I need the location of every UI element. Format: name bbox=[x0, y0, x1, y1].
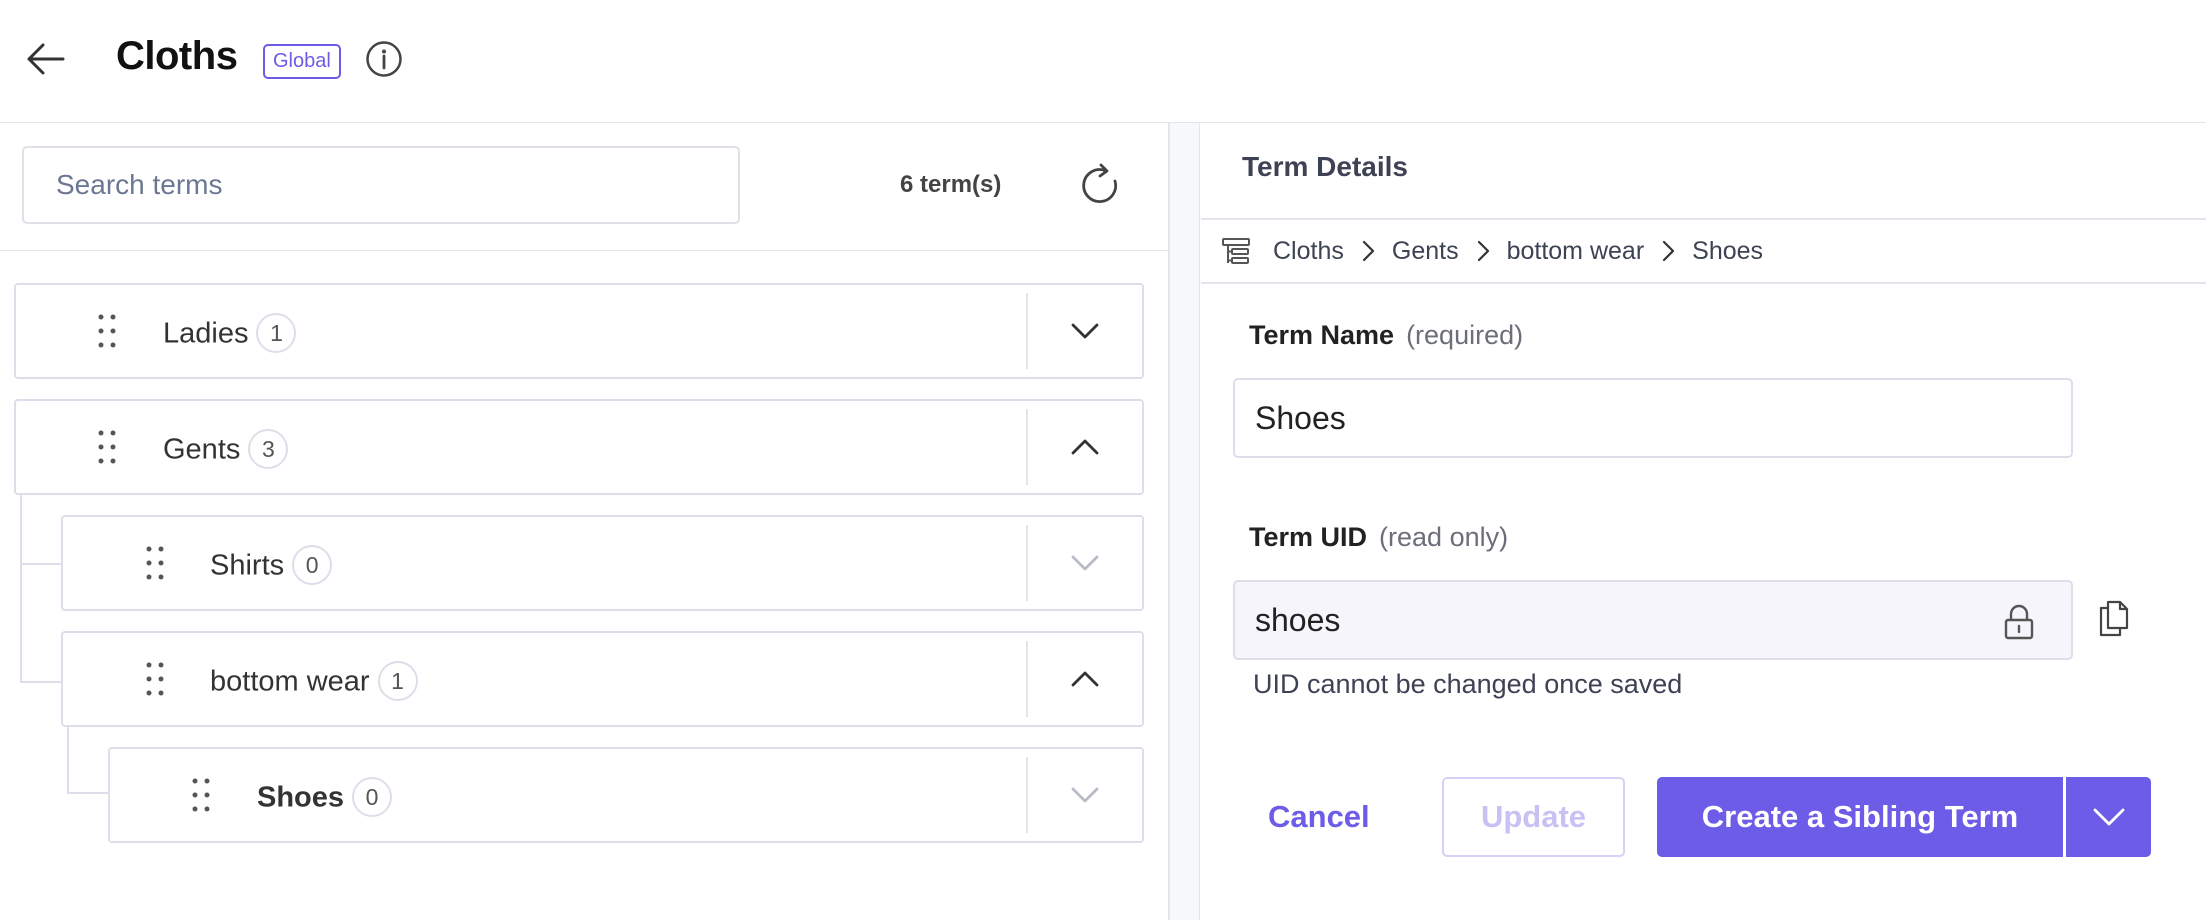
drag-handle-icon[interactable] bbox=[189, 775, 213, 815]
breadcrumb-item[interactable]: bottom wear bbox=[1507, 237, 1645, 266]
term-row-bottom-wear[interactable]: bottom wear 1 bbox=[61, 631, 1144, 727]
term-name: Ladies 1 bbox=[163, 313, 297, 355]
term-uid-label-text: Term UID bbox=[1249, 522, 1368, 552]
chevron-right-icon bbox=[1477, 240, 1489, 262]
create-options-dropdown-button[interactable] bbox=[2066, 777, 2151, 857]
collapse-toggle[interactable] bbox=[1059, 421, 1111, 473]
collapse-toggle[interactable] bbox=[1059, 653, 1111, 705]
divider bbox=[0, 250, 1168, 251]
row-separator bbox=[1026, 525, 1028, 601]
info-icon bbox=[366, 41, 402, 77]
read-only-hint: (read only) bbox=[1379, 522, 1509, 552]
expand-toggle[interactable] bbox=[1059, 769, 1111, 821]
details-title: Term Details bbox=[1242, 151, 1408, 182]
term-name-field[interactable] bbox=[1233, 378, 2073, 458]
term-details-panel: Term Details Cloths Gents bottom wear Sh… bbox=[1201, 123, 2206, 920]
term-label-text: Ladies bbox=[163, 317, 249, 350]
term-name-label-text: Term Name bbox=[1249, 320, 1395, 350]
expand-toggle[interactable] bbox=[1059, 537, 1111, 589]
drag-handle-icon[interactable] bbox=[95, 311, 119, 351]
drag-handle-icon[interactable] bbox=[143, 543, 167, 583]
term-row-gents[interactable]: Gents 3 bbox=[14, 399, 1144, 495]
chevron-down-icon bbox=[1071, 787, 1099, 803]
copy-icon bbox=[2099, 600, 2129, 637]
drag-handle-icon[interactable] bbox=[143, 659, 167, 699]
term-name-input[interactable] bbox=[1235, 380, 2071, 456]
child-count-badge: 0 bbox=[352, 777, 393, 817]
term-name: Gents 3 bbox=[163, 429, 289, 471]
term-label-text: Shoes bbox=[257, 781, 345, 814]
term-row-ladies[interactable]: Ladies 1 bbox=[14, 283, 1144, 379]
chevron-up-icon bbox=[1071, 671, 1099, 687]
tree-connector bbox=[67, 726, 109, 794]
refresh-icon bbox=[1082, 163, 1118, 203]
drag-handle-icon[interactable] bbox=[95, 427, 119, 467]
terms-panel: 6 term(s) Ladies1 bbox=[0, 123, 1168, 920]
arrow-left-icon bbox=[27, 43, 65, 75]
term-name-label: Term Name (required) bbox=[1249, 320, 1523, 351]
breadcrumb: Cloths Gents bottom wear Shoes bbox=[1221, 221, 1763, 281]
panel-resize-handle[interactable] bbox=[1168, 123, 1200, 920]
chevron-down-icon bbox=[2093, 808, 2124, 826]
term-label-text: Shirts bbox=[210, 549, 285, 582]
chevron-down-icon bbox=[1071, 323, 1099, 339]
uid-helper-text: UID cannot be changed once saved bbox=[1253, 669, 1683, 699]
search-input[interactable] bbox=[24, 148, 738, 222]
term-name: Shoes 0 bbox=[257, 777, 393, 819]
child-count-badge: 1 bbox=[256, 313, 297, 353]
child-count-badge: 0 bbox=[292, 545, 333, 585]
row-separator bbox=[1026, 641, 1028, 717]
term-name: Shirts 0 bbox=[210, 545, 333, 587]
term-row-shoes[interactable]: Shoes 0 bbox=[108, 747, 1144, 843]
breadcrumb-item[interactable]: Gents bbox=[1392, 237, 1459, 266]
child-count-badge: 1 bbox=[377, 661, 418, 701]
required-hint: (required) bbox=[1406, 320, 1524, 350]
info-button[interactable] bbox=[365, 40, 403, 78]
refresh-button[interactable] bbox=[1076, 161, 1124, 209]
row-separator bbox=[1026, 293, 1028, 369]
child-count-badge: 3 bbox=[248, 429, 289, 469]
row-separator bbox=[1026, 409, 1028, 485]
term-uid-label: Term UID (read only) bbox=[1249, 522, 1508, 553]
breadcrumb-item-current[interactable]: Shoes bbox=[1692, 237, 1763, 266]
term-count: 6 term(s) bbox=[900, 171, 1002, 198]
copy-uid-button[interactable] bbox=[2096, 598, 2132, 638]
create-sibling-term-button[interactable]: Create a Sibling Term bbox=[1657, 777, 2063, 857]
term-label-text: bottom wear bbox=[210, 665, 370, 698]
chevron-up-icon bbox=[1071, 439, 1099, 455]
scope-badge: Global bbox=[263, 44, 341, 79]
term-label-text: Gents bbox=[163, 433, 241, 466]
divider bbox=[1201, 282, 2206, 284]
cancel-button[interactable]: Cancel bbox=[1246, 777, 1392, 857]
back-button[interactable] bbox=[22, 36, 68, 82]
chevron-right-icon bbox=[1663, 240, 1675, 262]
search-box[interactable] bbox=[22, 146, 740, 224]
term-uid-input bbox=[1235, 582, 2071, 658]
divider bbox=[1201, 218, 2206, 220]
row-separator bbox=[1026, 757, 1028, 833]
term-row-shirts[interactable]: Shirts 0 bbox=[61, 515, 1144, 611]
breadcrumb-item[interactable]: Cloths bbox=[1273, 237, 1344, 266]
page-title: Cloths bbox=[116, 34, 238, 78]
chevron-right-icon bbox=[1362, 240, 1374, 262]
tree-connector bbox=[20, 494, 62, 683]
expand-toggle[interactable] bbox=[1059, 305, 1111, 357]
tree-connector bbox=[20, 563, 62, 565]
term-uid-field bbox=[1233, 580, 2073, 660]
chevron-down-icon bbox=[1071, 555, 1099, 571]
lock-icon bbox=[2004, 604, 2034, 640]
page-header: Cloths Global bbox=[0, 0, 2206, 123]
update-button[interactable]: Update bbox=[1442, 777, 1625, 857]
term-name: bottom wear 1 bbox=[210, 661, 418, 703]
taxonomy-icon bbox=[1222, 238, 1250, 264]
